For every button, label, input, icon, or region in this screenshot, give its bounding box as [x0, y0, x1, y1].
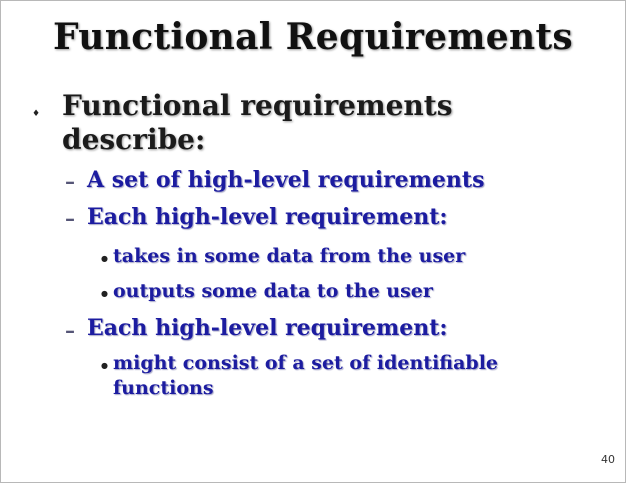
sub-sub-bullet-functions: might consist of a set of identifiable f…	[113, 352, 499, 399]
dot-marker: ●	[101, 253, 108, 263]
sub-bullet-each-requirement-2: Each high-level requirement:	[87, 315, 448, 341]
dash-marker: –	[65, 206, 75, 230]
slide: Functional Requirements ♦ Functional req…	[0, 0, 626, 483]
slide-title: Functional Requirements	[53, 16, 573, 58]
sub-sub-bullet-takes-data: takes in some data from the user	[113, 245, 466, 267]
page-number: 40	[601, 453, 615, 466]
dash-marker: –	[65, 169, 75, 193]
sub-sub-bullet-outputs-data: outputs some data to the user	[113, 280, 433, 302]
sub-bullet-each-requirement-1: Each high-level requirement:	[87, 204, 448, 230]
sub-bullet-high-level-set: A set of high-level requirements	[87, 167, 485, 193]
bullet-marker: ♦	[32, 109, 41, 119]
dash-marker: –	[65, 318, 75, 342]
dot-marker: ●	[101, 360, 108, 370]
dot-marker: ●	[101, 288, 108, 298]
bullet-functional-requirements: Functional requirements describe:	[62, 89, 453, 156]
